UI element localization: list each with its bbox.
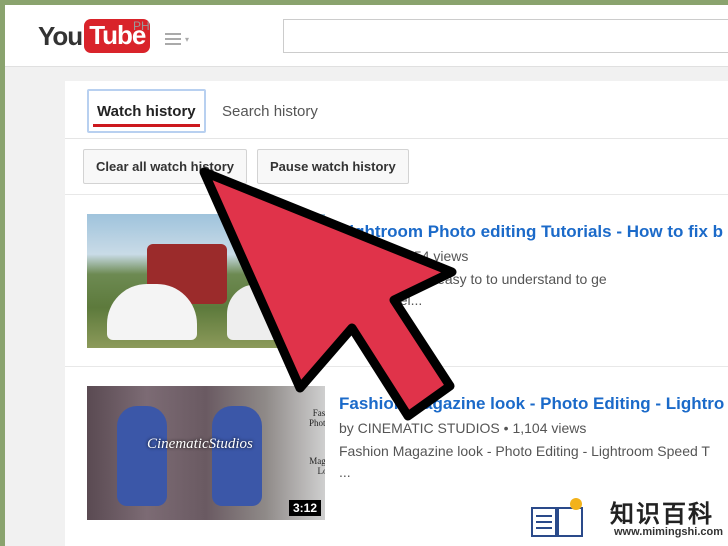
video-desc-line: ... xyxy=(339,464,351,480)
video-title-link[interactable]: Lightroom Photo editing Tutorials - How … xyxy=(339,222,723,242)
video-desc-line: Fashion Magazine look - Photo Editing - … xyxy=(339,443,710,459)
video-desc-line: ...y channel... xyxy=(339,292,423,308)
video-thumbnail[interactable]: CinematicStudios Fashion Photography Mag… xyxy=(87,386,325,520)
video-desc-line: ...utorial is very easy to to understand… xyxy=(339,271,607,287)
video-byline[interactable]: by ...er xyxy=(339,248,382,264)
search-input[interactable] xyxy=(283,19,728,53)
tab-search-history[interactable]: Search history xyxy=(222,89,318,133)
video-byline[interactable]: by CINEMATIC STUDIOS xyxy=(339,420,500,436)
top-bar: You Tube PH ▾ xyxy=(5,5,728,67)
video-duration: 3:12 xyxy=(288,500,321,516)
book-lightbulb-icon xyxy=(531,498,583,537)
thumbnail-side-text: Magazine Look xyxy=(309,456,325,476)
video-meta: by ...er • 6,354 views xyxy=(339,248,468,264)
thumbnail-figure xyxy=(227,284,297,340)
logo-you-text: You xyxy=(38,20,83,51)
pause-watch-history-button[interactable]: Pause watch history xyxy=(257,149,409,184)
video-title-link[interactable]: Fashion Magazine look - Photo Editing - … xyxy=(339,394,724,414)
region-label: PH xyxy=(133,19,150,33)
clear-watch-history-button[interactable]: Clear all watch history xyxy=(83,149,247,184)
history-tabs: Watch history Search history xyxy=(65,81,728,139)
youtube-logo[interactable]: You Tube PH xyxy=(38,19,151,53)
watermark-name: 知识百科 xyxy=(610,500,714,528)
video-description: Fashion Magazine look - Photo Editing - … xyxy=(339,441,710,483)
video-views: 1,104 views xyxy=(512,420,587,436)
thumbnail-figure xyxy=(212,406,262,506)
watermark-url: www.mimingshi.com xyxy=(614,526,723,538)
browser-frame: You Tube PH ▾ Watch history Search histo… xyxy=(5,5,728,546)
video-description: ...utorial is very easy to to understand… xyxy=(339,269,607,311)
list-item: Lightroom Photo editing Tutorials - How … xyxy=(65,194,728,348)
history-panel: Watch history Search history Clear all w… xyxy=(65,81,728,546)
video-views: 6,354 views xyxy=(394,248,469,264)
thumbnail-figure xyxy=(117,406,167,506)
video-thumbnail[interactable] xyxy=(87,214,325,348)
thumbnail-side-text: Fashion Photography xyxy=(309,408,325,428)
video-meta: by CINEMATIC STUDIOS • 1,104 views xyxy=(339,420,586,436)
chevron-down-icon: ▾ xyxy=(185,35,190,44)
thumbnail-brand-text: CinematicStudios xyxy=(147,436,253,452)
watermark: 知识百科 www.mimingshi.com xyxy=(524,486,728,546)
tab-watch-history[interactable]: Watch history xyxy=(87,89,206,133)
